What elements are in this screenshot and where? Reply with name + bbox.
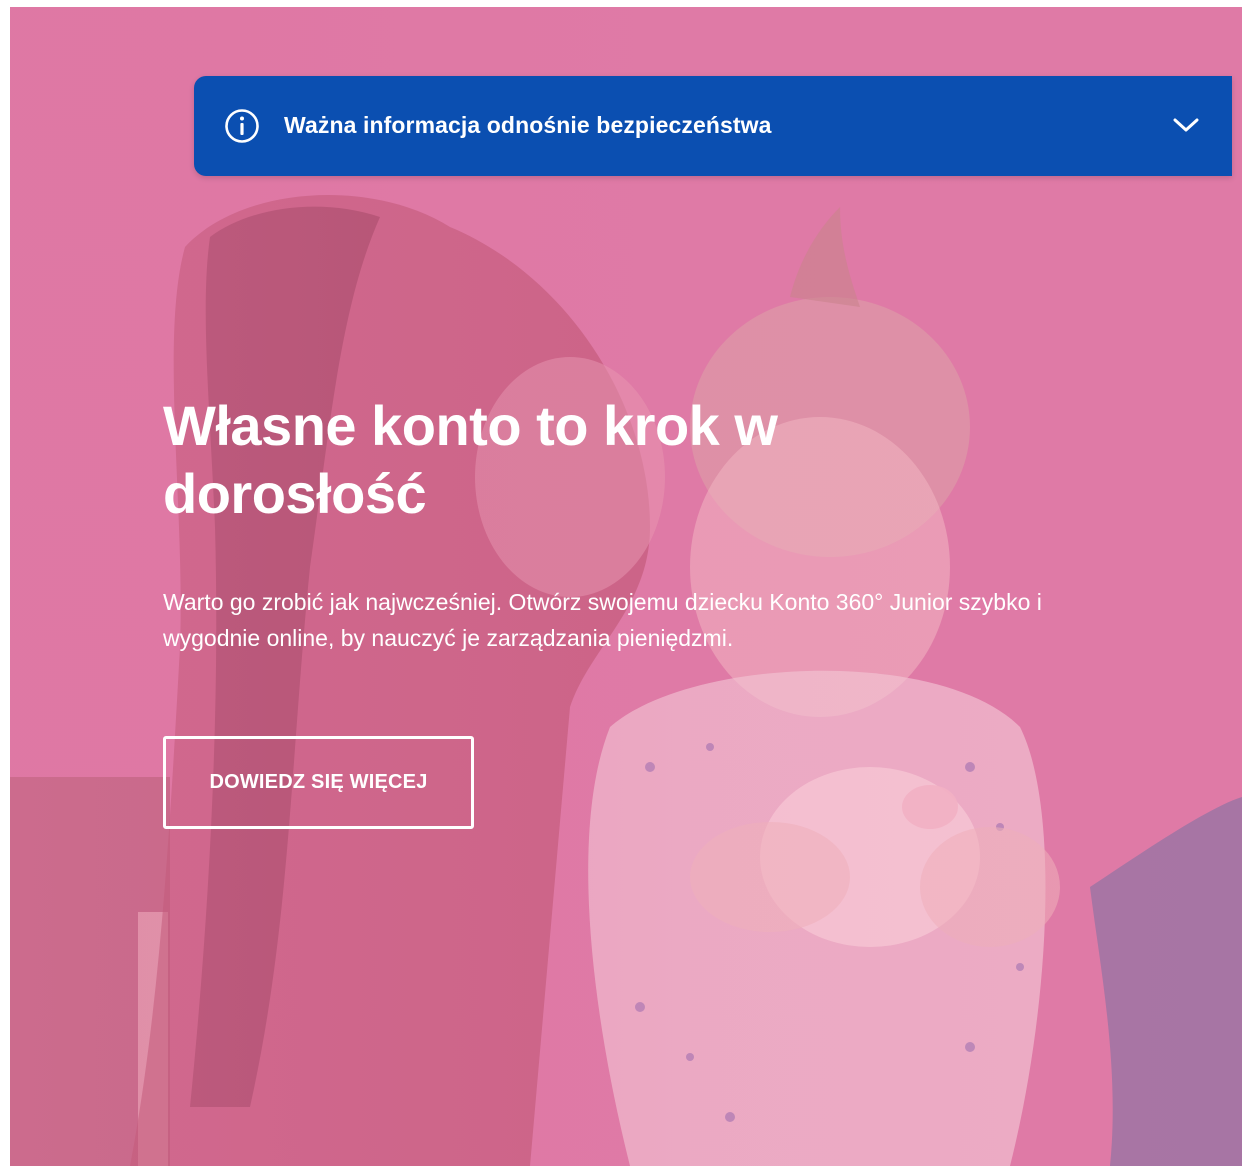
hero-description: Warto go zrobić jak najwcześniej. Otwórz… — [163, 589, 1042, 651]
banner-title: Ważna informacja odnośnie bezpieczeństwa — [284, 112, 772, 138]
hero-headline: Własne konto to krok w dorosłość — [163, 394, 778, 525]
security-info-banner[interactable]: Ważna informacja odnośnie bezpieczeństwa — [194, 76, 1232, 176]
info-icon — [225, 109, 259, 143]
chevron-down-icon[interactable] — [1172, 115, 1200, 135]
learn-more-button[interactable]: DOWIEDZ SIĘ WIĘCEJ — [163, 736, 474, 829]
